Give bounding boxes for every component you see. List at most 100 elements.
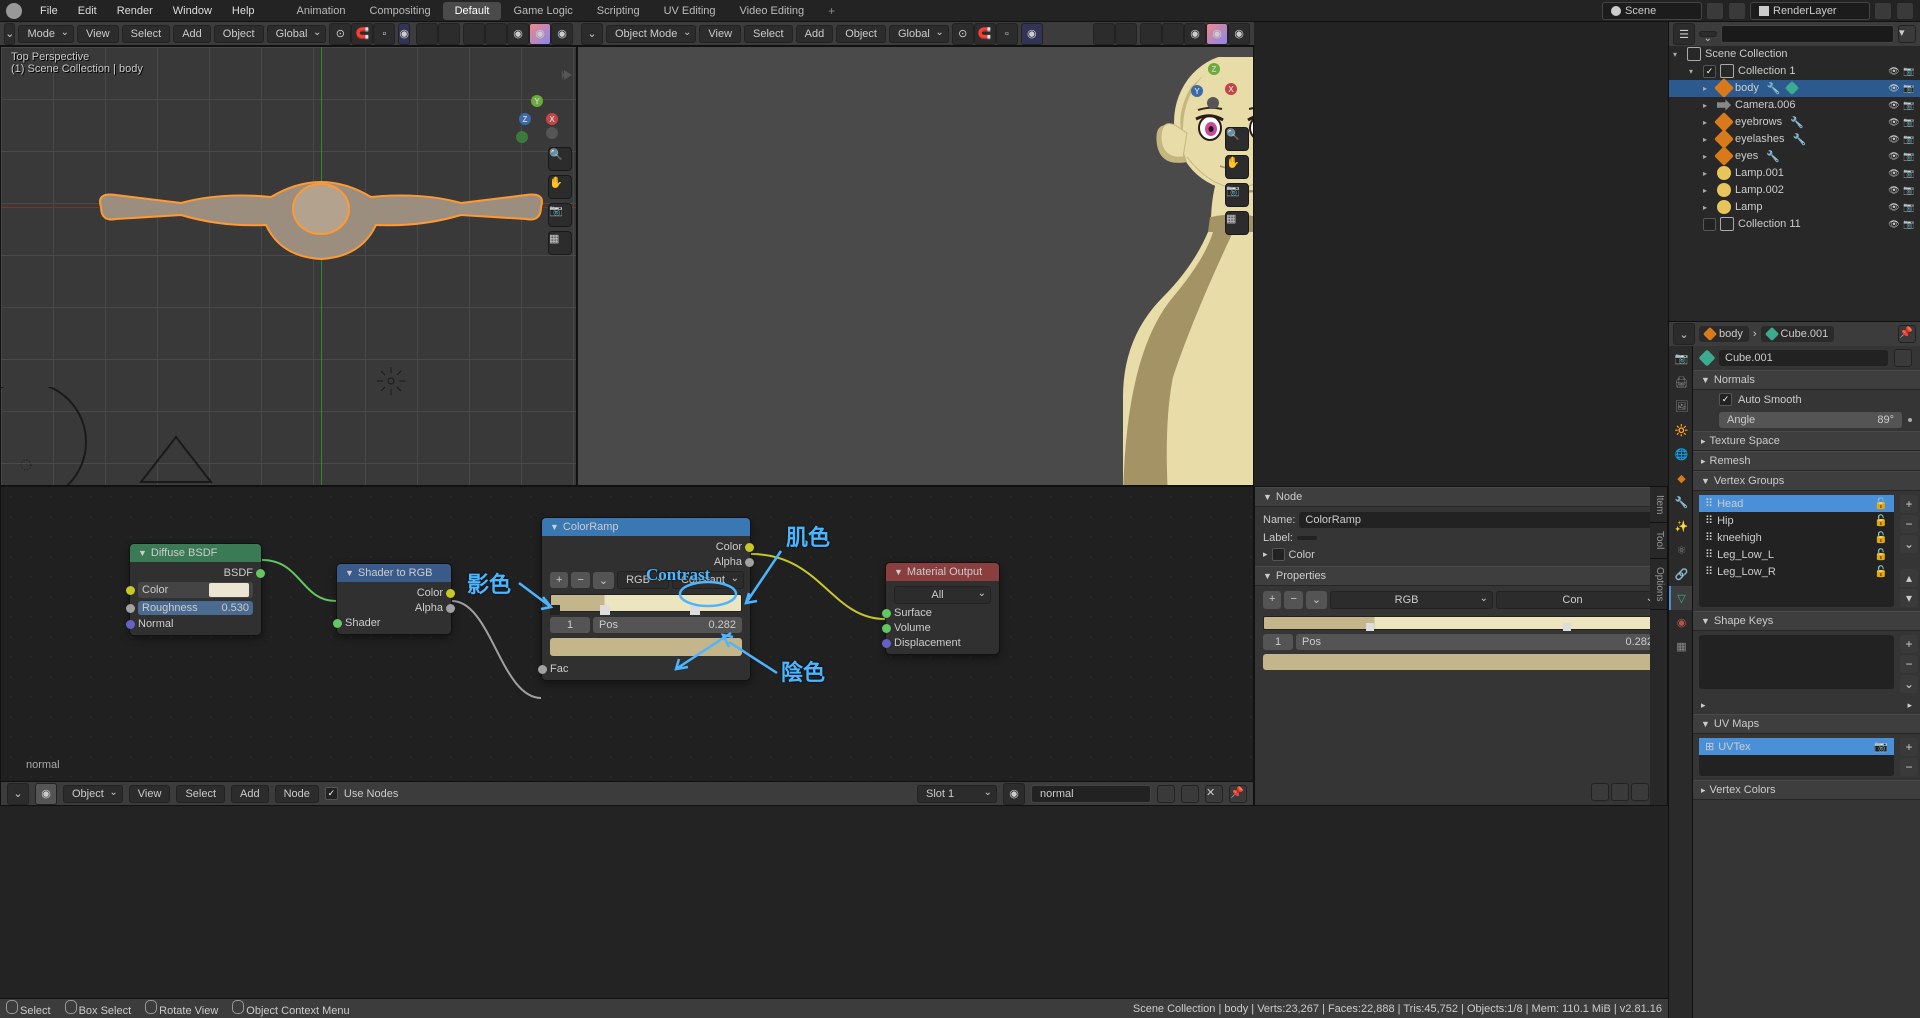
menu-file[interactable]: File	[30, 2, 68, 20]
menu-render[interactable]: Render	[107, 2, 163, 20]
panel-vertex-groups[interactable]: ▼Vertex Groups	[1693, 471, 1920, 491]
mesh-new-icon[interactable]	[1894, 349, 1912, 367]
vg-legl[interactable]: ⠿Leg_Low_L🔓	[1699, 546, 1894, 563]
panel-uv-maps[interactable]: ▼UV Maps	[1693, 714, 1920, 734]
ns-mode[interactable]: RGB	[1330, 591, 1493, 609]
outliner-type-icon[interactable]: ☰	[1673, 23, 1695, 45]
workspace-tab-add[interactable]: +	[816, 1, 847, 21]
ns-vtab-item[interactable]: Item	[1650, 487, 1667, 523]
menu-view-right[interactable]: View	[699, 25, 741, 43]
material-name-field[interactable]: normal	[1031, 785, 1151, 803]
vg-menu-button[interactable]: ⌄	[1900, 535, 1918, 553]
outliner-display-mode[interactable]	[1699, 31, 1717, 37]
workspace-tab-uvediting[interactable]: UV Editing	[652, 2, 728, 20]
ne-view[interactable]: View	[129, 785, 171, 803]
mode-dropdown-left[interactable]: Mode	[18, 25, 74, 43]
shading-solid-icon[interactable]: ◉	[507, 23, 529, 45]
outliner-row-scene[interactable]: ▾Scene Collection	[1669, 46, 1920, 63]
tab-render[interactable]: 📷	[1669, 346, 1692, 370]
gizmo-visibility-icon[interactable]	[416, 23, 438, 45]
renderlayer-delete-button[interactable]	[1896, 2, 1914, 20]
vg-remove-button[interactable]: −	[1900, 515, 1918, 533]
menu-window[interactable]: Window	[163, 2, 222, 20]
ne-backdrop-icon[interactable]	[1631, 783, 1649, 801]
ne-add[interactable]: Add	[231, 785, 269, 803]
vg-up-button[interactable]: ▴	[1900, 569, 1918, 587]
menu-object-right[interactable]: Object	[836, 25, 886, 43]
auto-smooth-checkbox[interactable]	[1719, 393, 1732, 406]
vg-head[interactable]: ⠿Head🔓	[1699, 495, 1894, 512]
workspace-tab-videoediting[interactable]: Video Editing	[728, 2, 817, 20]
ns-label-field[interactable]	[1297, 536, 1317, 540]
workspace-tab-compositing[interactable]: Compositing	[357, 2, 442, 20]
app-logo[interactable]	[6, 3, 22, 19]
editor-type-icon-r[interactable]: ⌄	[581, 23, 603, 45]
outliner-filter-icon[interactable]: ▾	[1898, 25, 1916, 43]
overlay-visibility-icon-r[interactable]	[1115, 23, 1137, 45]
ns-panel-properties[interactable]: ▼Properties	[1255, 566, 1667, 586]
viewport-left[interactable]: Top Perspective (1) Scene Collection | b…	[0, 46, 577, 486]
pan-icon-r[interactable]: ✋	[1225, 155, 1249, 179]
outliner-row-coll1[interactable]: ▾Collection 1👁📷	[1669, 63, 1920, 80]
shading-rendered-icon[interactable]: ◉	[551, 23, 573, 45]
vg-down-button[interactable]: ▾	[1900, 589, 1918, 607]
properties-editor-type-icon[interactable]: ⌄	[1673, 323, 1695, 345]
proportional-edit-icon-r[interactable]: ◉	[1021, 23, 1043, 45]
ns-vtab-options[interactable]: Options	[1650, 559, 1667, 610]
shading-wire-icon-r[interactable]	[1162, 23, 1184, 45]
mesh-name-field[interactable]: Cube.001	[1719, 350, 1888, 366]
ramp-remove-stop[interactable]: −	[571, 572, 589, 588]
outliner-row-coll11[interactable]: Collection 11👁📷	[1669, 216, 1920, 233]
tab-object[interactable]: ◆	[1669, 466, 1692, 490]
nav-gizmo-right[interactable]: Z X Y	[1193, 65, 1235, 107]
ns-menu[interactable]: ⌄	[1306, 591, 1327, 609]
outliner-row-eyebrows[interactable]: ▸eyebrows🔧👁📷	[1669, 114, 1920, 131]
shading-matprev-icon-r[interactable]: ◉	[1206, 23, 1228, 45]
outliner-row-body[interactable]: ▸body🔧👁📷	[1669, 80, 1920, 97]
tab-particles[interactable]: ✨	[1669, 514, 1692, 538]
ortho-toggle-icon-r[interactable]: ▦	[1225, 211, 1249, 235]
node-material-output[interactable]: ▼Material Output All Surface Volume Disp…	[885, 562, 1000, 655]
panel-remesh[interactable]: ▸Remesh	[1693, 451, 1920, 471]
workspace-tab-gamelogic[interactable]: Game Logic	[501, 2, 584, 20]
colorramp-gradient[interactable]	[550, 594, 742, 612]
ramp-menu[interactable]: ⌄	[593, 572, 614, 589]
ns-stop-index[interactable]: 1	[1263, 634, 1293, 650]
ne-node[interactable]: Node	[275, 785, 319, 803]
collection-enable-checkbox[interactable]	[1703, 218, 1716, 231]
outliner-row-lamp[interactable]: ▸Lamp👁📷	[1669, 199, 1920, 216]
ramp-stop-0[interactable]	[550, 605, 560, 615]
camera-view-icon-r[interactable]: 📷	[1225, 183, 1249, 207]
ramp-interp[interactable]: Constant	[672, 571, 744, 589]
overlay-visibility-icon[interactable]	[438, 23, 460, 45]
scene-new-button[interactable]	[1706, 2, 1724, 20]
scene-delete-button[interactable]	[1728, 2, 1746, 20]
lock-icon[interactable]: 🔓	[1874, 497, 1888, 510]
node-editor[interactable]: ▼Diffuse BSDF BSDF Color Roughness0.530 …	[0, 486, 1254, 806]
snap-icon[interactable]: 🧲	[351, 23, 373, 45]
mat-pin-icon[interactable]: 📌	[1229, 785, 1247, 803]
tab-scene[interactable]: 🔆	[1669, 418, 1692, 442]
material-linked-icon[interactable]: ◉	[1003, 783, 1025, 805]
snap-target-r-icon[interactable]: ▫	[996, 23, 1018, 45]
menu-help[interactable]: Help	[222, 2, 265, 20]
ortho-toggle-icon[interactable]: ▦	[548, 231, 572, 255]
prop-path-mesh[interactable]: Cube.001	[1761, 326, 1835, 342]
shader-type-icon[interactable]: ◉	[35, 783, 57, 805]
tab-world[interactable]: 🌐	[1669, 442, 1692, 466]
ramp-pos-field[interactable]: Pos0.282	[593, 617, 742, 633]
vg-knee[interactable]: ⠿kneehigh🔓	[1699, 529, 1894, 546]
use-nodes-checkbox[interactable]	[325, 787, 338, 800]
shader-target-dropdown[interactable]: Object	[63, 785, 123, 803]
snap-target-icon[interactable]: ▫	[373, 23, 395, 45]
ne-snap-icon[interactable]	[1591, 783, 1609, 801]
panel-normals[interactable]: ▼Normals	[1693, 370, 1920, 390]
tab-mesh-data[interactable]: ▽	[1669, 586, 1692, 610]
tab-output[interactable]: 🖨	[1669, 370, 1692, 394]
renderlayer-new-button[interactable]	[1874, 2, 1892, 20]
uv-add-button[interactable]: +	[1900, 738, 1918, 756]
pivot-icon-r[interactable]: ⊙	[952, 23, 974, 45]
ramp-stop-2[interactable]	[690, 605, 700, 615]
node-diffuse-bsdf[interactable]: ▼Diffuse BSDF BSDF Color Roughness0.530 …	[129, 543, 262, 636]
outliner-search[interactable]	[1721, 25, 1894, 43]
